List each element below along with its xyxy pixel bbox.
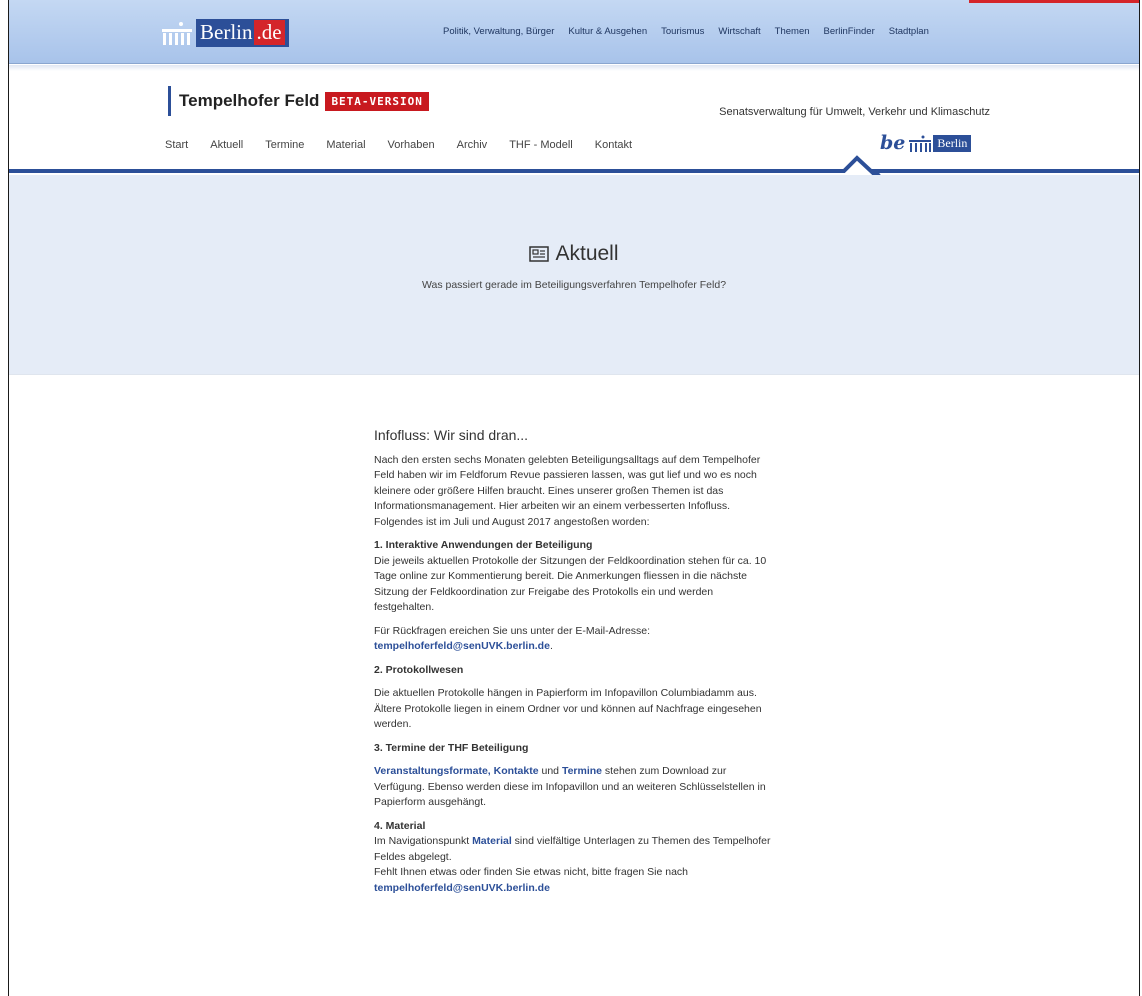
hero-title: Aktuell (555, 242, 619, 265)
portal-nav: Politik, Verwaltung, Bürger Kultur & Aus… (443, 26, 929, 37)
article-body: Infofluss: Wir sind dran... Nach den ers… (374, 427, 774, 904)
email-link[interactable]: tempelhoferfeld@senUVK.berlin.de (374, 640, 550, 652)
beta-badge: BETA-VERSION (325, 91, 429, 111)
portal-shadow (9, 65, 1139, 71)
material-link[interactable]: Material (472, 835, 512, 847)
section-text: Die jeweils aktuellen Protokolle der Sit… (374, 554, 767, 614)
section-heading: 1. Interaktive Anwendungen der Beteiligu… (374, 539, 593, 551)
section-heading: 2. Protokollwesen (374, 663, 464, 676)
section-interactive: 1. Interaktive Anwendungen der Beteiligu… (374, 538, 774, 616)
portal-red-accent (969, 0, 1139, 3)
kontakte-link[interactable]: Kontakte (494, 765, 539, 777)
section-termine: Veranstaltungsformate, Kontakte und Term… (374, 764, 774, 811)
portal-nav-kultur[interactable]: Kultur & Ausgehen (568, 26, 647, 37)
newspaper-icon (529, 246, 550, 262)
portal-nav-themen[interactable]: Themen (775, 26, 810, 37)
email-link[interactable]: tempelhoferfeld@senUVK.berlin.de (374, 882, 550, 894)
logo-wordmark: Berlin .de (196, 19, 289, 47)
be-berlin-box-text: Berlin (933, 134, 972, 152)
site-title[interactable]: Tempelhofer Feld (179, 91, 319, 111)
hero-title-row: Aktuell (9, 242, 1139, 266)
section-text: Fehlt Ihnen etwas oder finden Sie etwas … (374, 866, 689, 878)
section-heading: 3. Termine der THF Beteiligung (374, 741, 529, 754)
section-material: 4. Material Im Navigationspunkt Material… (374, 819, 774, 897)
portal-nav-politik[interactable]: Politik, Verwaltung, Bürger (443, 26, 554, 37)
department-name[interactable]: Senatsverwaltung für Umwelt, Verkehr und… (719, 106, 990, 118)
brandenburg-gate-icon (162, 22, 192, 45)
termine-link[interactable]: Termine (562, 765, 602, 777)
article-intro: Nach den ersten sechs Monaten gelebten B… (374, 453, 761, 528)
portal-nav-wirtschaft[interactable]: Wirtschaft (718, 26, 760, 37)
hero-subtitle: Was passiert gerade im Beteiligungsverfa… (421, 279, 727, 291)
section-heading: 4. Material (374, 819, 426, 832)
hero-banner: Aktuell Was passiert gerade im Beteiligu… (9, 175, 1139, 375)
and-text: und (538, 765, 562, 777)
contact-text: Für Rückfragen ereichen Sie uns unter de… (374, 624, 651, 637)
portal-nav-stadtplan[interactable]: Stadtplan (889, 26, 929, 37)
portal-nav-tourismus[interactable]: Tourismus (661, 26, 704, 37)
berlin-de-logo[interactable]: Berlin .de (160, 18, 289, 48)
portal-nav-berlinfinder[interactable]: BerlinFinder (824, 26, 875, 37)
logo-berlin-text: Berlin (200, 20, 253, 44)
site-title-block[interactable]: Tempelhofer Feld BETA-VERSION (168, 86, 429, 116)
contact-paragraph: Für Rückfragen ereichen Sie uns unter de… (374, 624, 651, 653)
logo-de-text: .de (253, 20, 285, 45)
section-text: Die aktuellen Protokolle hängen in Papie… (374, 687, 762, 730)
title-accent-bar (168, 86, 171, 116)
window-frame-right (1139, 0, 1140, 996)
veranstaltungsformate-link[interactable]: Veranstaltungsformate (374, 765, 488, 777)
material-pre-text: Im Navigationspunkt (374, 835, 473, 847)
article-title: Infofluss: Wir sind dran... (374, 427, 529, 443)
